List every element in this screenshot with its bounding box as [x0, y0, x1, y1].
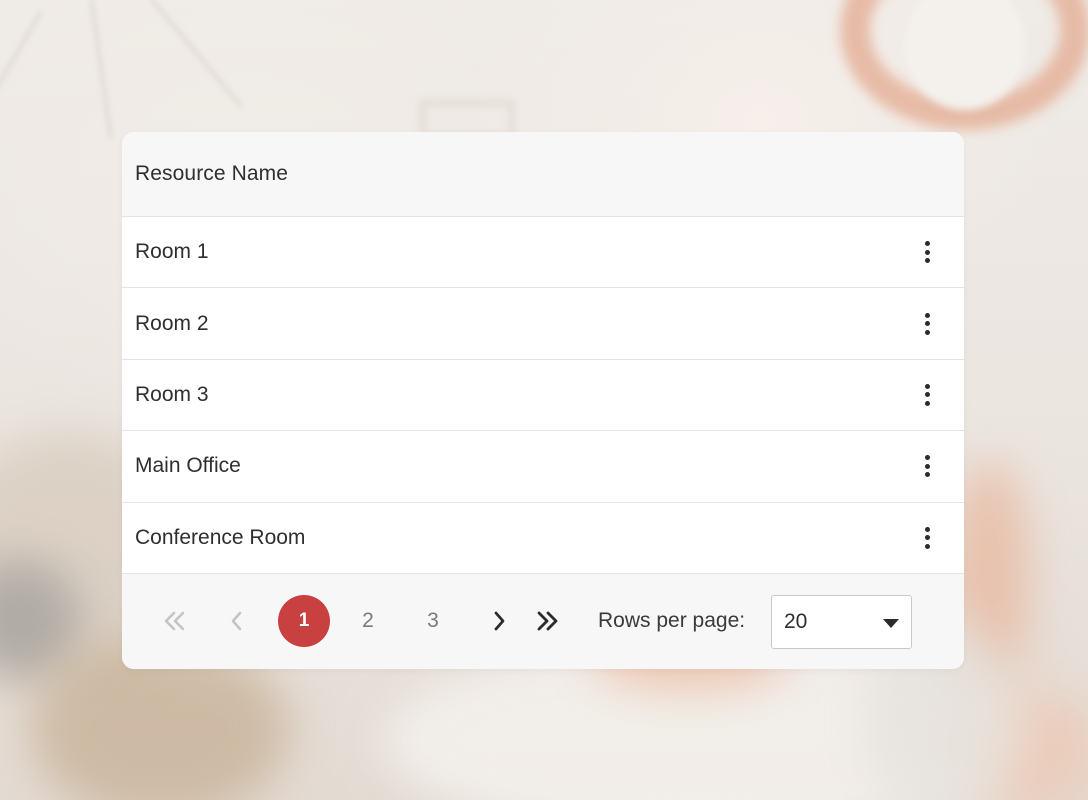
- chevrons-double-left-icon: [164, 612, 185, 631]
- table-row[interactable]: Room 1: [122, 217, 964, 289]
- rows-per-page-value: 20: [784, 609, 808, 633]
- pagination-bar: 1 2 3 Rows per page: 20: [122, 573, 964, 669]
- resources-table-card: Resource Name Room 1 Room 2 Room 3 Main …: [122, 132, 964, 669]
- more-vertical-icon[interactable]: [912, 232, 942, 272]
- row-label: Room 1: [135, 240, 209, 264]
- chevron-right-icon: [494, 612, 505, 631]
- last-page-button[interactable]: [522, 595, 574, 647]
- page-button-2[interactable]: 2: [342, 595, 394, 647]
- row-label: Room 2: [135, 311, 209, 335]
- caret-down-icon: [883, 618, 899, 628]
- table-row[interactable]: Room 3: [122, 360, 964, 432]
- rows-per-page-select[interactable]: 20: [771, 594, 912, 649]
- next-page-button[interactable]: [473, 595, 525, 647]
- table-row[interactable]: Conference Room: [122, 503, 964, 574]
- more-vertical-icon[interactable]: [912, 518, 942, 558]
- chevron-left-icon: [231, 612, 242, 631]
- table-row[interactable]: Room 2: [122, 288, 964, 360]
- row-label: Room 3: [135, 382, 209, 406]
- page-number: 3: [427, 609, 439, 633]
- row-label: Conference Room: [135, 525, 306, 549]
- page-button-3[interactable]: 3: [407, 595, 459, 647]
- page-number: 2: [362, 609, 374, 633]
- table-row[interactable]: Main Office: [122, 431, 964, 503]
- more-vertical-icon[interactable]: [912, 446, 942, 486]
- row-label: Main Office: [135, 454, 241, 478]
- page-number: 1: [298, 610, 310, 632]
- more-vertical-icon[interactable]: [912, 304, 942, 344]
- chevrons-double-right-icon: [537, 612, 558, 631]
- first-page-button[interactable]: [148, 595, 200, 647]
- rows-per-page-label: Rows per page:: [598, 609, 746, 633]
- table-header: Resource Name: [122, 132, 964, 217]
- column-header-resource-name[interactable]: Resource Name: [135, 162, 288, 186]
- more-vertical-icon[interactable]: [912, 375, 942, 415]
- previous-page-button[interactable]: [211, 595, 263, 647]
- page-button-1[interactable]: 1: [278, 595, 330, 648]
